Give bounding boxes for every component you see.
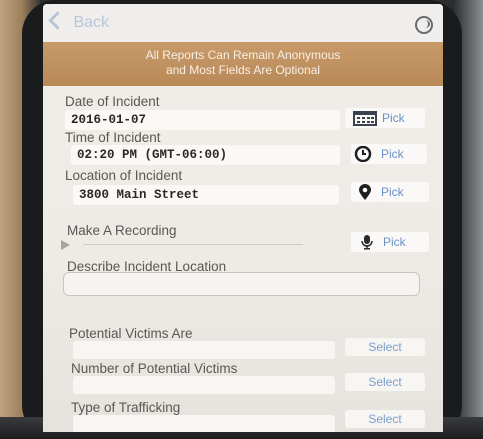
location-pick-button[interactable]: Pick bbox=[351, 182, 429, 202]
back-label: Back bbox=[73, 14, 110, 31]
date-field[interactable]: 2016-01-07 bbox=[65, 110, 340, 130]
clock-icon bbox=[354, 146, 372, 162]
recording-label: Make A Recording bbox=[67, 223, 177, 238]
recording-progress-track bbox=[83, 244, 303, 245]
date-label: Date of Incident bbox=[65, 94, 160, 109]
number-of-victims-field bbox=[73, 376, 335, 394]
describe-location-input[interactable] bbox=[63, 272, 420, 296]
date-pick-button[interactable]: Pick bbox=[345, 108, 425, 128]
refresh-icon[interactable] bbox=[415, 16, 433, 34]
victims-label: Potential Victims Are bbox=[69, 326, 193, 341]
calendar-icon bbox=[353, 111, 377, 126]
recording-pick-button[interactable]: Pick bbox=[351, 232, 429, 252]
trafficking-type-select-button[interactable]: Select bbox=[345, 410, 425, 428]
trafficking-type-label: Type of Trafficking bbox=[71, 400, 181, 415]
location-field[interactable]: 3800 Main Street bbox=[73, 185, 339, 205]
number-of-victims-select-button[interactable]: Select bbox=[345, 373, 425, 391]
microphone-icon bbox=[361, 235, 373, 250]
back-button[interactable]: Back bbox=[48, 11, 110, 32]
location-label: Location of Incident bbox=[65, 168, 183, 183]
time-field[interactable]: 02:20 PM (GMT-06:00) bbox=[71, 145, 340, 165]
time-label: Time of Incident bbox=[65, 130, 161, 145]
map-pin-icon bbox=[359, 184, 371, 200]
trafficking-type-field bbox=[73, 415, 335, 432]
chevron-left-icon bbox=[48, 11, 67, 30]
banner-line-2: and Most Fields Are Optional bbox=[165, 63, 321, 77]
play-icon[interactable] bbox=[61, 240, 70, 250]
time-pick-label: Pick bbox=[381, 147, 404, 161]
victims-select-button[interactable]: Select bbox=[345, 338, 425, 356]
time-pick-button[interactable]: Pick bbox=[351, 144, 427, 164]
anonymous-banner: All Reports Can Remain Anonymous and Mos… bbox=[43, 42, 443, 86]
number-of-victims-label: Number of Potential Victims bbox=[71, 361, 238, 376]
navigation-bar: Back bbox=[43, 4, 443, 42]
date-pick-label: Pick bbox=[382, 111, 405, 125]
banner-line-1: All Reports Can Remain Anonymous bbox=[145, 48, 341, 62]
victims-field bbox=[73, 341, 335, 359]
recording-pick-label: Pick bbox=[383, 235, 406, 249]
location-pick-label: Pick bbox=[381, 185, 404, 199]
app-screen: Back All Reports Can Remain Anonymous an… bbox=[43, 4, 443, 432]
